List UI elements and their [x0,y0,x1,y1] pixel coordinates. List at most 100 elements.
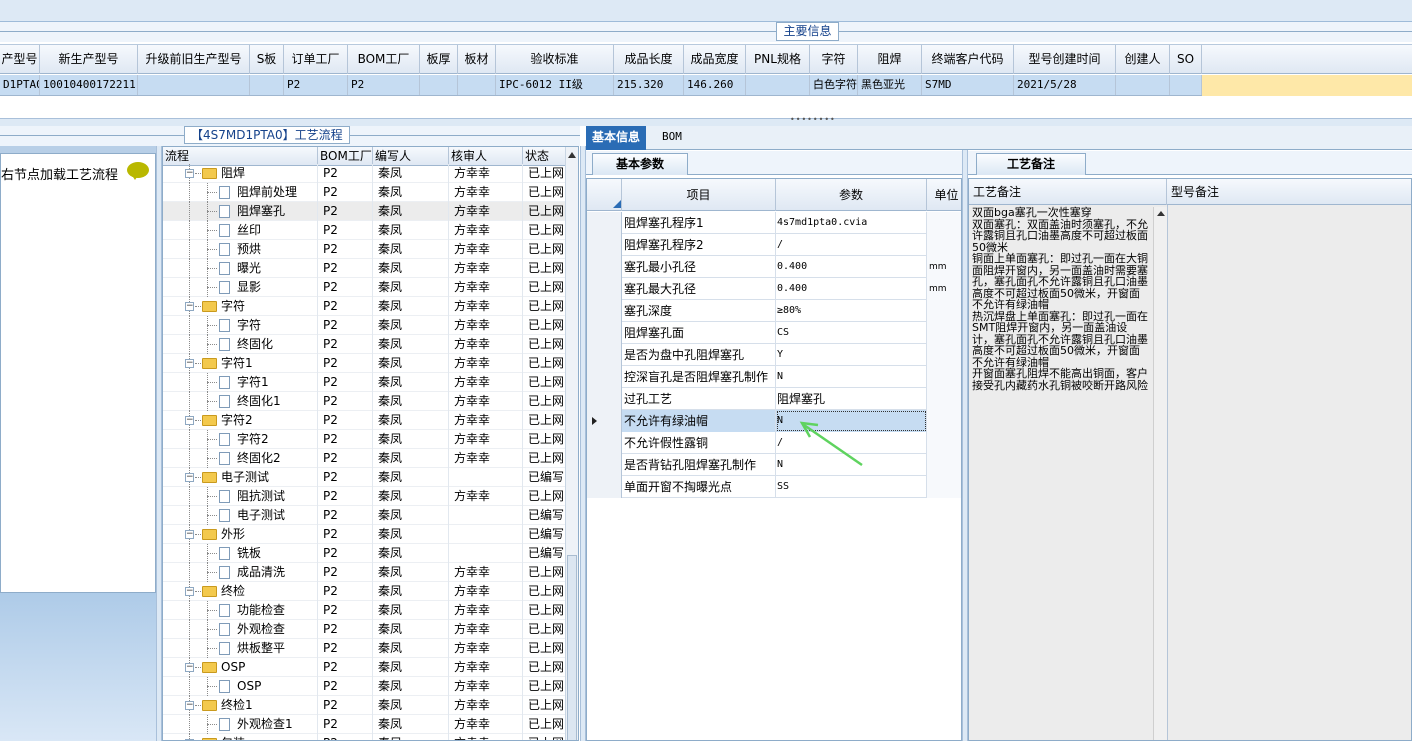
flow-tree-row[interactable]: − 阻焊 P2 秦凤 方幸幸 已上网 [163,164,566,183]
flow-tree-row[interactable]: 终固化 P2 秦凤 方幸幸 已上网 [163,335,566,354]
param-value[interactable]: N [776,366,927,388]
flow-tree-row[interactable]: − 终检1 P2 秦凤 方幸幸 已上网 [163,696,566,715]
param-row[interactable]: 过孔工艺 阻焊塞孔 [587,388,961,410]
flow-tree-row[interactable]: −包装P2秦凤方幸幸已上网 [163,734,566,740]
row-indicator[interactable] [587,476,622,498]
model-col-header[interactable]: S板 [250,45,284,74]
model-cell[interactable]: IPC-6012 II级 [496,75,614,95]
row-indicator[interactable] [587,322,622,344]
row-indicator[interactable] [587,278,622,300]
model-col-header[interactable]: 板材 [458,45,496,74]
flow-tree-row[interactable]: 字符2 P2 秦凤 方幸幸 已上网 [163,430,566,449]
flow-tree-row[interactable]: 阻焊塞孔 P2 秦凤 方幸幸 已上网 [163,202,566,221]
model-cell[interactable] [250,75,284,95]
flow-tree-row[interactable]: 终固化1 P2 秦凤 方幸幸 已上网 [163,392,566,411]
row-indicator[interactable] [587,454,622,476]
param-row[interactable]: 控深盲孔是否阻焊塞孔制作 N [587,366,961,388]
row-indicator[interactable] [587,300,622,322]
param-value[interactable]: ≥80% [776,300,927,322]
splitter-grip-icon[interactable]: •••••••• [790,116,835,124]
param-row[interactable]: 塞孔最小孔径 0.400 mm [587,256,961,278]
flow-tree-row[interactable]: − 字符 P2 秦凤 方幸幸 已上网 [163,297,566,316]
model-col-header[interactable]: 型号创建时间 [1014,45,1116,74]
param-value[interactable]: 阻焊塞孔 [776,388,927,410]
model-cell[interactable]: 10010400172211 [40,75,138,95]
model-col-header[interactable]: 新生产型号 [40,45,138,74]
model-cell[interactable] [458,75,496,95]
model-col-header[interactable]: 订单工厂 [284,45,348,74]
row-indicator[interactable] [587,212,622,234]
flow-title-tab[interactable]: 【4S7MD1PTA0】工艺流程 [184,126,350,144]
row-indicator[interactable] [587,344,622,366]
notes-scrollbar[interactable] [1153,207,1167,740]
param-row[interactable]: 不允许假性露铜 / [587,432,961,454]
col-process-notes[interactable]: 工艺备注 [969,179,1167,205]
param-row[interactable]: 阻焊塞孔程序1 4s7md1pta0.cvia [587,212,961,234]
model-cell[interactable]: 黑色亚光 [858,75,922,95]
flow-tree-row[interactable]: 电子测试 P2 秦凤 已编写 [163,506,566,525]
row-indicator[interactable] [587,234,622,256]
param-row[interactable]: 塞孔深度 ≥80% [587,300,961,322]
scroll-thumb[interactable] [567,555,577,740]
model-col-header[interactable]: 验收标准 [496,45,614,74]
model-notes-cell[interactable] [1167,205,1411,740]
col-unit[interactable]: 单位 [927,179,961,211]
model-cell[interactable]: 白色字符 [810,75,858,95]
flow-tree-row[interactable]: 外观检查1 P2 秦凤 方幸幸 已上网 [163,715,566,734]
model-cell[interactable] [746,75,810,95]
row-indicator[interactable] [587,432,622,454]
flow-tree-row[interactable]: OSP P2 秦凤 方幸幸 已上网 [163,677,566,696]
main-info-tab[interactable]: 主要信息 [776,22,839,41]
col-model-notes[interactable]: 型号备注 [1167,179,1411,205]
param-row[interactable]: 是否背钻孔阻焊塞孔制作 N [587,454,961,476]
row-indicator[interactable] [587,410,622,432]
param-value[interactable]: 4s7md1pta0.cvia [776,212,927,234]
flow-tree-row[interactable]: − 字符2 P2 秦凤 方幸幸 已上网 [163,411,566,430]
model-col-header[interactable]: PNL规格 [746,45,810,74]
flow-tree-row[interactable]: 功能检查 P2 秦凤 方幸幸 已上网 [163,601,566,620]
flow-tree-row[interactable]: − 终检 P2 秦凤 方幸幸 已上网 [163,582,566,601]
row-indicator[interactable] [587,256,622,278]
model-cell[interactable]: P2 [284,75,348,95]
model-cell[interactable]: 215.320 [614,75,684,95]
model-col-header[interactable]: BOM工厂 [348,45,420,74]
row-indicator[interactable] [587,366,622,388]
flow-tree-row[interactable]: 曝光 P2 秦凤 方幸幸 已上网 [163,259,566,278]
param-row[interactable]: 是否为盘中孔阻焊塞孔 Y [587,344,961,366]
flow-tree-row[interactable]: − 字符1 P2 秦凤 方幸幸 已上网 [163,354,566,373]
param-value[interactable]: SS [776,476,927,498]
tab-process-notes[interactable]: 工艺备注 [976,153,1086,175]
model-col-header[interactable]: 成品长度 [614,45,684,74]
param-value[interactable]: / [776,234,927,256]
process-notes-text[interactable]: 双面bga塞孔一次性塞穿 双面塞孔：双面盖油时须塞孔，不允许露铜且孔口油墨高度不… [972,207,1148,391]
param-value[interactable]: CS [776,322,927,344]
model-col-header[interactable]: 成品宽度 [684,45,746,74]
param-row[interactable]: 不允许有绿油帽 N [587,410,961,432]
flow-tree-row[interactable]: 字符 P2 秦凤 方幸幸 已上网 [163,316,566,335]
tab-basic-params[interactable]: 基本参数 [592,153,688,175]
param-value[interactable]: 0.400 [776,278,927,300]
model-cell[interactable] [1116,75,1170,95]
flow-tree-row[interactable]: − 电子测试 P2 秦凤 已编写 [163,468,566,487]
model-col-header[interactable]: 板厚 [420,45,458,74]
flow-tree-row[interactable]: 字符1 P2 秦凤 方幸幸 已上网 [163,373,566,392]
row-indicator[interactable] [587,388,622,410]
model-col-header[interactable]: 字符 [810,45,858,74]
flow-tree-row[interactable]: 外观检查 P2 秦凤 方幸幸 已上网 [163,620,566,639]
flow-tree-row[interactable]: 显影 P2 秦凤 方幸幸 已上网 [163,278,566,297]
model-cell[interactable]: P2 [348,75,420,95]
param-value[interactable]: 0.400 [776,256,927,278]
flow-tree-row[interactable]: 铣板 P2 秦凤 已编写 [163,544,566,563]
param-row[interactable]: 单面开窗不掏曝光点 SS [587,476,961,498]
flow-tree-row[interactable]: 终固化2 P2 秦凤 方幸幸 已上网 [163,449,566,468]
model-cell[interactable]: 146.260 [684,75,746,95]
param-row[interactable]: 阻焊塞孔面 CS [587,322,961,344]
model-col-header[interactable]: 升级前旧生产型号 [138,45,250,74]
scroll-up-icon[interactable] [568,152,576,158]
flow-tree-row[interactable]: 丝印 P2 秦凤 方幸幸 已上网 [163,221,566,240]
model-cell[interactable]: 2021/5/28 [1014,75,1116,95]
tab-bom[interactable]: BOM [656,126,688,150]
model-col-header[interactable]: SO [1170,45,1202,74]
model-cell[interactable] [1170,75,1202,95]
model-col-header[interactable]: 创建人 [1116,45,1170,74]
